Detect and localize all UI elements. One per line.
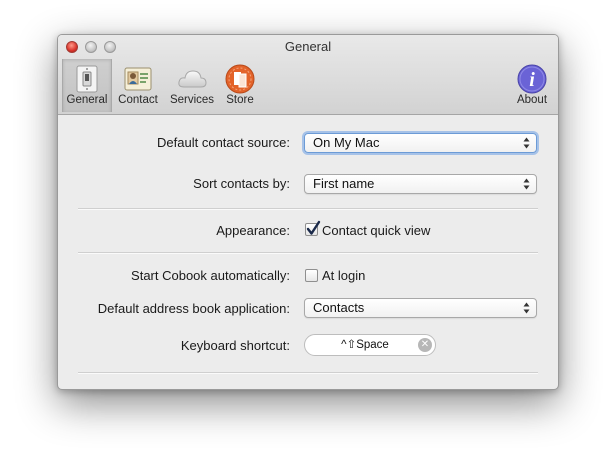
svg-text:i: i xyxy=(529,69,535,91)
contact-quick-view-checkbox[interactable] xyxy=(305,220,321,236)
sort-contacts-by-popup[interactable]: First name xyxy=(304,174,537,194)
toolbar-item-general[interactable]: General xyxy=(62,59,112,112)
popup-value: On My Mac xyxy=(313,135,380,150)
window-title: General xyxy=(284,39,332,54)
preferences-window: General General Contact Services Store i… xyxy=(57,34,559,390)
sort-contacts-by-label: Sort contacts by: xyxy=(193,176,290,191)
toolbar-item-label: Services xyxy=(169,94,215,106)
toolbar-item-about[interactable]: i About xyxy=(510,59,554,112)
toolbar-item-label: Contact xyxy=(118,94,158,106)
start-automatically-label: Start Cobook automatically: xyxy=(131,268,290,283)
popup-arrows-icon xyxy=(523,137,530,149)
section-separator xyxy=(78,372,538,374)
default-address-book-popup[interactable]: Contacts xyxy=(304,298,537,318)
at-login-label[interactable]: At login xyxy=(322,268,365,283)
popup-arrows-icon xyxy=(523,302,530,314)
title-bar: General General Contact Services Store i… xyxy=(58,35,558,115)
toolbar-item-contact[interactable]: Contact xyxy=(114,59,162,112)
contact-card-icon xyxy=(124,67,152,91)
default-address-book-label: Default address book application: xyxy=(97,301,290,316)
at-login-checkbox[interactable] xyxy=(305,269,318,282)
default-contact-source-popup[interactable]: On My Mac xyxy=(304,133,537,153)
toolbar-item-label: General xyxy=(66,94,108,106)
checkmark-icon xyxy=(306,220,321,235)
popup-value: Contacts xyxy=(313,300,365,315)
contact-quick-view-label[interactable]: Contact quick view xyxy=(322,223,430,238)
popup-value: First name xyxy=(313,176,375,191)
keyboard-shortcut-recorder[interactable]: ^⇧Space ✕ xyxy=(304,334,436,356)
shortcut-value: ^⇧Space xyxy=(341,339,389,351)
toolbar-item-label: About xyxy=(516,94,548,106)
general-settings-pane: Default contact source: On My Mac Sort c… xyxy=(58,115,558,389)
keyboard-shortcut-label: Keyboard shortcut: xyxy=(180,338,290,353)
info-icon: i xyxy=(517,64,547,94)
cloud-icon xyxy=(178,70,207,88)
toolbar-item-store[interactable]: Store xyxy=(220,59,260,112)
clear-shortcut-icon[interactable]: ✕ xyxy=(418,338,432,352)
default-contact-source-label: Default contact source: xyxy=(157,135,290,150)
toolbar-item-label: Store xyxy=(226,94,254,106)
popup-arrows-icon xyxy=(523,178,530,190)
section-separator xyxy=(78,252,538,254)
toolbar-item-services[interactable]: Services xyxy=(164,59,220,112)
section-separator xyxy=(78,208,538,210)
appearance-label: Appearance: xyxy=(216,223,290,238)
store-badge-icon xyxy=(225,64,255,94)
light-switch-icon xyxy=(76,65,98,93)
